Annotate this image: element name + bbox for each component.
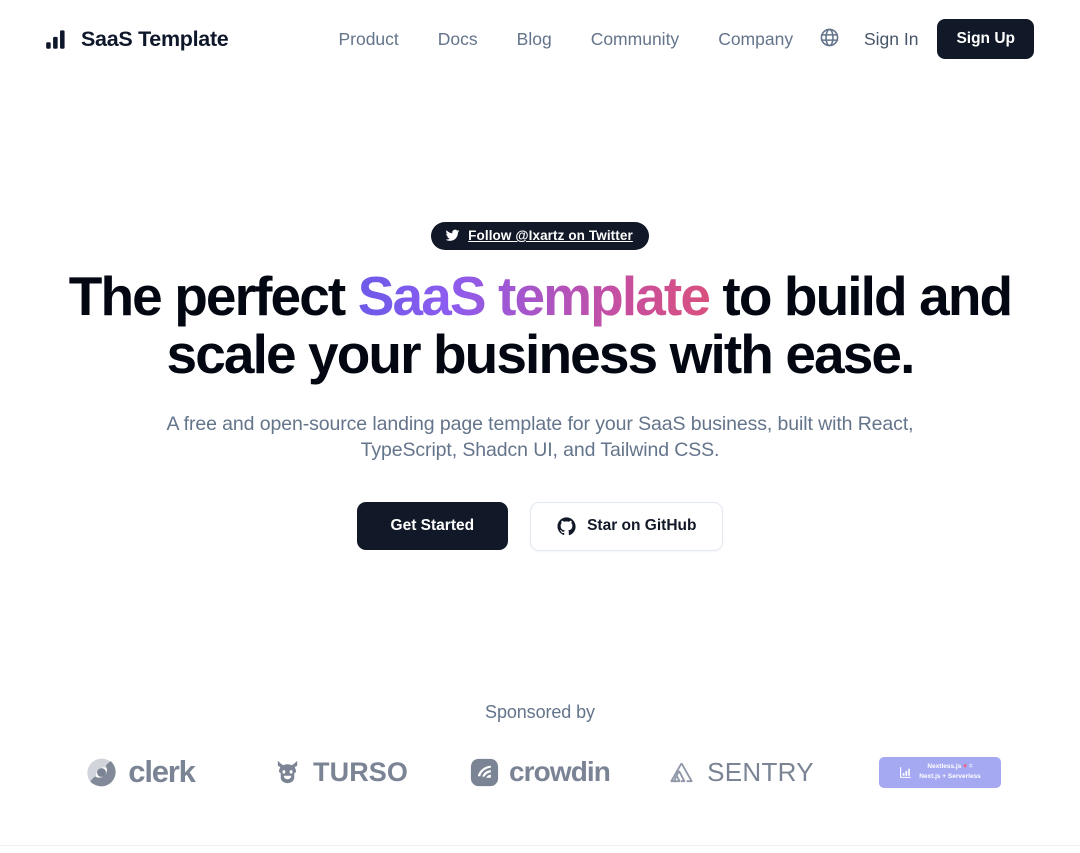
- clerk-logo-icon: [85, 756, 118, 789]
- crowdin-logo-icon: [470, 758, 499, 787]
- twitter-follow-badge[interactable]: Follow @Ixartz on Twitter: [431, 222, 649, 250]
- github-icon: [557, 517, 576, 536]
- headline-part-before: The perfect: [68, 265, 358, 327]
- sentry-logo-icon: [666, 757, 697, 788]
- nav-item-community[interactable]: Community: [591, 29, 680, 50]
- nextless-line1-after: =: [967, 763, 973, 771]
- star-on-github-button[interactable]: Star on GitHub: [530, 501, 724, 551]
- nextless-badge-line2: Next.js + Serverless: [919, 773, 981, 780]
- sponsor-nextless[interactable]: Nextless.js ♥ = Next.js + Serverless: [840, 749, 1040, 795]
- bar-chart-icon: [899, 766, 912, 779]
- sponsor-clerk[interactable]: clerk: [40, 749, 240, 795]
- nextless-badge[interactable]: Nextless.js ♥ = Next.js + Serverless: [879, 756, 1001, 788]
- brand-logo[interactable]: SaaS Template: [44, 26, 229, 52]
- brand-name: SaaS Template: [81, 26, 229, 51]
- bar-chart-icon: [44, 26, 70, 52]
- hero-cta-row: Get Started Star on GitHub: [0, 501, 1080, 551]
- nav-item-blog[interactable]: Blog: [517, 29, 552, 50]
- sponsor-sentry-label: SENTRY: [707, 756, 814, 787]
- language-switcher-button[interactable]: [815, 24, 845, 54]
- twitter-follow-label: Follow @Ixartz on Twitter: [468, 228, 633, 243]
- nav-item-product[interactable]: Product: [338, 29, 398, 50]
- sponsors-section: Sponsored by clerk TURSO crowdin SENTRY …: [0, 702, 1080, 795]
- nav-item-docs[interactable]: Docs: [438, 29, 478, 50]
- sponsor-crowdin-label: crowdin: [508, 756, 611, 787]
- nextless-badge-line1: Nextless.js ♥ =: [919, 762, 981, 772]
- page-title: The perfect SaaS template to build and s…: [0, 267, 1080, 384]
- get-started-button[interactable]: Get Started: [356, 502, 509, 551]
- bottom-divider: [0, 845, 1080, 846]
- twitter-icon: [445, 228, 460, 243]
- headline-gradient-text: SaaS template: [357, 265, 711, 327]
- hero-subtitle: A free and open-source landing page temp…: [166, 412, 914, 462]
- sponsor-turso[interactable]: TURSO: [240, 749, 440, 795]
- sponsor-crowdin[interactable]: crowdin: [440, 749, 640, 795]
- sign-up-button[interactable]: Sign Up: [937, 19, 1034, 59]
- sign-in-link[interactable]: Sign In: [864, 29, 918, 50]
- nextless-badge-text: Nextless.js ♥ = Next.js + Serverless: [919, 762, 981, 782]
- star-on-github-label: Star on GitHub: [587, 517, 697, 535]
- header-actions: Sign In Sign Up: [815, 19, 1034, 59]
- globe-icon: [819, 27, 840, 51]
- sponsor-sentry[interactable]: SENTRY: [640, 749, 840, 795]
- nextless-line1-before: Nextless.js: [927, 763, 964, 771]
- turso-bull-icon: [272, 757, 303, 788]
- nav-item-company[interactable]: Company: [718, 29, 793, 50]
- main-nav: Product Docs Blog Community Company: [338, 29, 793, 50]
- site-header: SaaS Template Product Docs Blog Communit…: [0, 0, 1080, 78]
- sponsors-title: Sponsored by: [485, 702, 595, 722]
- sponsor-logo-row: clerk TURSO crowdin SENTRY Nextless.js ♥…: [0, 749, 1080, 795]
- sponsor-clerk-label: clerk: [128, 754, 196, 789]
- hero-section: Follow @Ixartz on Twitter The perfect Sa…: [0, 78, 1080, 551]
- sponsor-turso-label: TURSO: [313, 756, 408, 787]
